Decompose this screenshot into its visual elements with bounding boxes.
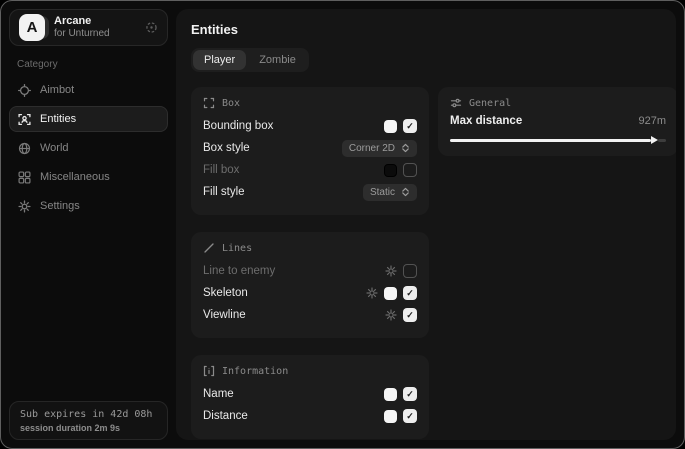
row-settings-gear-icon[interactable] <box>366 287 378 299</box>
brand-text: Arcane for Unturned <box>54 15 137 39</box>
sidebar-item-settings[interactable]: Settings <box>9 193 168 219</box>
sidebar-item-entities[interactable]: Entities <box>9 106 168 132</box>
setting-label: Skeleton <box>203 287 248 299</box>
viewline-checkbox[interactable] <box>403 308 417 322</box>
left-column: Box Bounding box Box style Corner 2D <box>191 87 429 439</box>
globe-icon <box>18 142 31 155</box>
skeleton-checkbox[interactable] <box>403 286 417 300</box>
sidebar-item-label: Miscellaneous <box>40 171 110 183</box>
sidebar-nav: Aimbot Entities <box>1 77 176 219</box>
color-swatch[interactable] <box>384 120 397 133</box>
sidebar-item-aimbot[interactable]: Aimbot <box>9 77 168 103</box>
sidebar-item-label: Entities <box>40 113 76 125</box>
setting-label: Box style <box>203 142 250 154</box>
sliders-icon <box>450 97 462 109</box>
max-distance-slider[interactable] <box>450 136 666 144</box>
general-card-header: General <box>450 97 666 109</box>
diagonal-line-icon <box>203 242 215 254</box>
lines-card-header: Lines <box>203 242 417 254</box>
setting-row-fill-style: Fill style Static <box>203 181 417 203</box>
tab-player[interactable]: Player <box>193 50 246 70</box>
slider-track <box>658 139 666 142</box>
box-corners-icon <box>203 97 215 109</box>
setting-row-fill-box: Fill box <box>203 159 417 181</box>
brand-subtitle: for Unturned <box>54 28 137 40</box>
line-to-enemy-checkbox[interactable] <box>403 264 417 278</box>
setting-label: Distance <box>203 410 248 422</box>
gear-icon <box>18 200 31 213</box>
color-swatch[interactable] <box>384 287 397 300</box>
fill-box-checkbox[interactable] <box>403 163 417 177</box>
name-checkbox[interactable] <box>403 387 417 401</box>
setting-row-box-style: Box style Corner 2D <box>203 137 417 159</box>
setting-row-viewline: Viewline <box>203 304 417 326</box>
distance-checkbox[interactable] <box>403 409 417 423</box>
brand-name: Arcane <box>54 15 137 28</box>
main-panel: Entities Player Zombie Box <box>176 9 676 440</box>
setting-row-name: Name <box>203 383 417 405</box>
target-icon[interactable] <box>145 21 158 34</box>
subscription-expiry: Sub expires in 42d 08h <box>20 409 157 420</box>
lines-card: Lines Line to enemy <box>191 232 429 338</box>
sidebar-item-label: Aimbot <box>40 84 74 96</box>
setting-label: Viewline <box>203 309 246 321</box>
general-card-title: General <box>469 98 511 109</box>
color-swatch[interactable] <box>384 164 397 177</box>
information-card-title: Information <box>222 366 288 377</box>
page-title: Entities <box>191 22 661 37</box>
right-column: General Max distance 927m <box>438 87 676 156</box>
lines-card-title: Lines <box>222 243 252 254</box>
dropdown-value: Corner 2D <box>349 143 395 154</box>
box-card-header: Box <box>203 97 417 109</box>
row-settings-gear-icon[interactable] <box>385 309 397 321</box>
setting-row-skeleton: Skeleton <box>203 282 417 304</box>
sidebar-item-miscellaneous[interactable]: Miscellaneous <box>9 164 168 190</box>
brand-card: A Arcane for Unturned <box>9 9 168 46</box>
setting-label: Fill box <box>203 164 239 176</box>
setting-label: Fill style <box>203 186 245 198</box>
tab-zombie[interactable]: Zombie <box>248 50 307 70</box>
information-card-header: Information <box>203 365 417 377</box>
subscription-card: Sub expires in 42d 08h session duration … <box>9 401 168 440</box>
box-card-title: Box <box>222 98 240 109</box>
chevrons-up-down-icon <box>401 187 410 197</box>
bounding-box-checkbox[interactable] <box>403 119 417 133</box>
max-distance-value: 927m <box>638 115 666 127</box>
entity-type-tabs: Player Zombie <box>191 48 309 72</box>
max-distance-row: Max distance 927m <box>450 115 666 127</box>
max-distance-label: Max distance <box>450 115 522 127</box>
row-settings-gear-icon[interactable] <box>385 265 397 277</box>
category-label: Category <box>17 59 160 70</box>
setting-row-distance: Distance <box>203 405 417 427</box>
sidebar: A Arcane for Unturned Category <box>1 1 176 448</box>
session-duration: session duration 2m 9s <box>20 423 157 433</box>
color-swatch[interactable] <box>384 388 397 401</box>
sidebar-item-world[interactable]: World <box>9 135 168 161</box>
fill-style-dropdown[interactable]: Static <box>363 184 417 201</box>
box-card: Box Bounding box Box style Corner 2D <box>191 87 429 215</box>
sidebar-item-label: Settings <box>40 200 80 212</box>
setting-row-bounding-box: Bounding box <box>203 115 417 137</box>
sidebar-item-label: World <box>40 142 69 154</box>
information-card: Information Name Distance <box>191 355 429 439</box>
crosshair-icon <box>18 84 31 97</box>
brand-avatar: A <box>19 14 46 41</box>
brand-logo-letter: A <box>19 14 45 41</box>
box-style-dropdown[interactable]: Corner 2D <box>342 140 417 157</box>
color-swatch[interactable] <box>384 410 397 423</box>
slider-thumb[interactable] <box>651 136 658 144</box>
slider-fill <box>450 139 651 142</box>
grid-icon <box>18 171 31 184</box>
dropdown-value: Static <box>370 187 395 198</box>
general-card: General Max distance 927m <box>438 87 676 156</box>
app-window: A Arcane for Unturned Category <box>0 0 685 449</box>
setting-label: Bounding box <box>203 120 273 132</box>
entity-scan-icon <box>18 113 31 126</box>
chevrons-up-down-icon <box>401 143 410 153</box>
setting-label: Line to enemy <box>203 265 275 277</box>
info-brackets-icon <box>203 365 215 377</box>
setting-label: Name <box>203 388 234 400</box>
content-area: Box Bounding box Box style Corner 2D <box>191 87 661 439</box>
setting-row-line-to-enemy: Line to enemy <box>203 260 417 282</box>
